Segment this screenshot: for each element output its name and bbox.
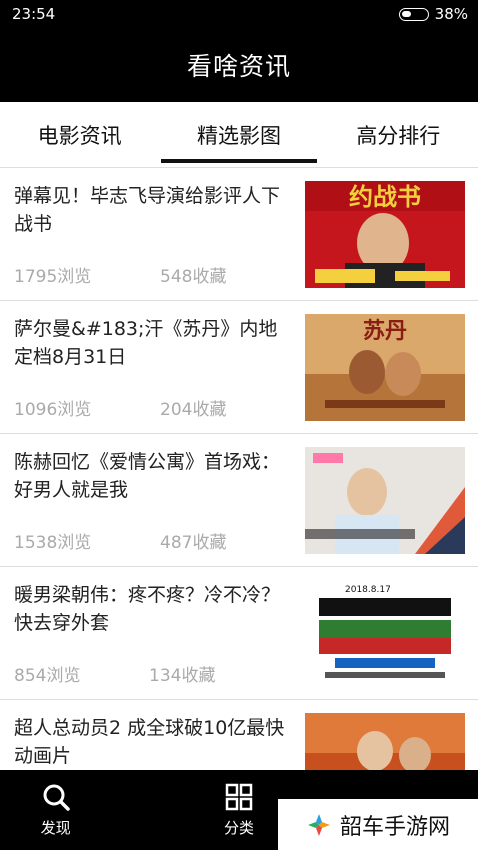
article-meta: 854浏览 134收藏 (14, 661, 215, 686)
status-right: 38% (398, 5, 468, 23)
nav-label: 分类 (223, 818, 254, 837)
watermark: 韶车手游网 (278, 799, 478, 850)
app-header: 看啥资讯 (0, 28, 478, 102)
tab-label: 精选影图 (196, 123, 281, 148)
article-title: 陈赫回忆《爱情公寓》首场戏：好男人就是我 (14, 451, 281, 501)
nav-discover[interactable]: 发现 (0, 770, 111, 850)
status-time: 23:54 (12, 5, 56, 23)
view-count: 1795浏览 (14, 267, 92, 287)
tab-top-rated[interactable]: 高分排行 (319, 102, 478, 167)
list-item[interactable]: 超人总动员2 成全球破10亿最快动画片 (0, 700, 478, 770)
article-thumbnail[interactable]: 苏丹 (305, 314, 465, 421)
list-item[interactable]: 陈赫回忆《爱情公寓》首场戏：好男人就是我 1538浏览 487收藏 (0, 434, 478, 567)
tab-label: 电影资讯 (37, 123, 122, 148)
list-item[interactable]: 暖男梁朝伟：疼不疼？冷不冷？快去穿外套 854浏览 134收藏 2018.8.17 (0, 567, 478, 700)
battery-fill (401, 10, 411, 17)
grid-icon (225, 783, 253, 811)
favorite-count: 204收藏 (160, 400, 227, 420)
article-title: 弹幕见！毕志飞导演给影评人下战书 (14, 185, 281, 235)
page-title: 看啥资讯 (186, 52, 291, 81)
article-thumbnail[interactable] (305, 447, 465, 554)
favorite-count: 548收藏 (160, 267, 227, 287)
tab-bar: 电影资讯 精选影图 高分排行 (0, 102, 478, 168)
article-thumbnail[interactable]: 2018.8.17 (305, 580, 465, 687)
battery-icon (398, 7, 429, 21)
article-meta: 1096浏览 204收藏 (14, 395, 226, 420)
article-thumbnail[interactable]: 约战书 (305, 181, 465, 288)
poster-image: 苏丹 (305, 314, 465, 421)
article-list[interactable]: 弹幕见！毕志飞导演给影评人下战书 1795浏览 548收藏 约战书 萨尔曼&#18… (0, 168, 478, 770)
list-item[interactable]: 弹幕见！毕志飞导演给影评人下战书 1795浏览 548收藏 约战书 (0, 168, 478, 301)
nav-label: 发现 (40, 818, 71, 837)
favorite-count: 134收藏 (149, 666, 216, 686)
status-bar: 23:54 38% (0, 0, 478, 28)
poster-image: 约战书 (305, 181, 465, 288)
poster-date: 2018.8.17 (345, 585, 391, 595)
list-item[interactable]: 萨尔曼&#183;汗《苏丹》内地定档8月31日 1096浏览 204收藏 苏丹 (0, 301, 478, 434)
poster-image (305, 447, 465, 554)
tab-label: 高分排行 (356, 123, 441, 148)
battery-percent: 38% (434, 5, 468, 23)
view-count: 1538浏览 (14, 533, 92, 553)
poster-image (305, 713, 465, 770)
tab-movie-news[interactable]: 电影资讯 (0, 102, 159, 167)
poster-image: 2018.8.17 (305, 580, 465, 687)
favorite-count: 487收藏 (160, 533, 227, 553)
article-title: 超人总动员2 成全球破10亿最快动画片 (14, 717, 285, 767)
article-meta: 1538浏览 487收藏 (14, 528, 226, 553)
watermark-text: 韶车手游网 (339, 814, 450, 840)
poster-title: 苏丹 (363, 318, 407, 344)
view-count: 854浏览 (14, 666, 81, 686)
search-icon (42, 783, 70, 811)
watermark-logo-icon (307, 813, 330, 836)
article-title: 萨尔曼&#183;汗《苏丹》内地定档8月31日 (14, 318, 278, 368)
poster-title: 约战书 (349, 183, 421, 211)
article-thumbnail[interactable] (305, 713, 465, 770)
view-count: 1096浏览 (14, 400, 92, 420)
article-title: 暖男梁朝伟：疼不疼？冷不冷？快去穿外套 (14, 584, 281, 634)
tab-featured-stills[interactable]: 精选影图 (159, 102, 318, 167)
article-meta: 1795浏览 548收藏 (14, 262, 226, 287)
